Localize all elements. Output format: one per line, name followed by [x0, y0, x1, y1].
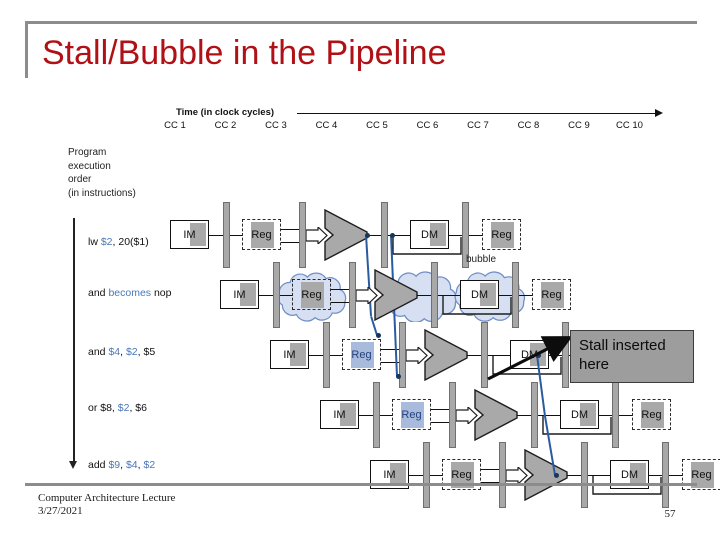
pipeline-row: IMRegDMReg — [0, 258, 720, 332]
instruction-memory-box: IM — [320, 400, 359, 429]
register-label: Reg — [641, 408, 662, 421]
register-label: Reg — [251, 228, 272, 241]
title-accent-bar — [25, 21, 28, 78]
register-file-box: Reg — [532, 279, 571, 310]
page-title: Stall/Bubble in the Pipeline — [42, 34, 447, 72]
unit-label: IM — [233, 288, 246, 301]
pipeline-register-bar — [423, 442, 430, 508]
clock-cycle-label: CC 6 — [416, 120, 439, 131]
register-label: Reg — [541, 288, 562, 301]
register-label: Reg — [301, 288, 322, 301]
register-label: Reg — [491, 228, 512, 241]
forwarding-junction-dot — [395, 373, 401, 379]
register-file-box: Reg — [342, 339, 381, 370]
time-axis-arrow-icon — [655, 108, 663, 117]
signal-wire — [281, 242, 299, 244]
forwarding-junction-dot — [364, 232, 370, 238]
alu-shape — [374, 269, 418, 321]
signal-wire — [669, 475, 682, 477]
pipeline-register-bar — [581, 442, 588, 508]
signal-wire — [431, 422, 449, 424]
pipeline-register-bar — [662, 442, 669, 508]
register-file-box: Reg — [242, 219, 281, 250]
register-file-box: Reg — [632, 399, 671, 430]
writeback-loop-wire — [592, 475, 662, 502]
signal-wire — [431, 409, 449, 411]
signal-wire — [519, 295, 532, 297]
register-file-box: Reg — [392, 399, 431, 430]
pipeline-register-bar — [431, 262, 438, 328]
instruction-memory-box: IM — [170, 220, 209, 249]
register-file-box: Reg — [482, 219, 521, 250]
signal-wire — [430, 475, 442, 477]
signal-wire — [259, 295, 273, 297]
clock-cycle-label: CC 10 — [616, 120, 643, 131]
signal-wire — [649, 475, 662, 477]
unit-label: IM — [283, 348, 296, 361]
signal-wire — [331, 289, 349, 291]
forwarding-junction-dot — [389, 232, 395, 238]
clock-cycle-label: CC 2 — [214, 120, 237, 131]
clock-cycle-label: CC 7 — [467, 120, 489, 131]
writeback-loop-wire — [442, 295, 512, 322]
signal-wire — [567, 475, 581, 477]
stall-callout: Stall inserted here — [570, 330, 694, 383]
signal-wire — [467, 355, 481, 357]
signal-wire — [230, 235, 242, 237]
signal-wire — [330, 355, 342, 357]
pipeline-register-bar — [273, 262, 280, 328]
signal-wire — [469, 235, 482, 237]
pipeline-register-bar — [512, 262, 519, 328]
page-number: 57 — [664, 508, 676, 520]
unit-label: IM — [183, 228, 196, 241]
clock-cycle-label: CC 1 — [164, 120, 186, 131]
signal-wire — [619, 415, 632, 417]
forwarding-junction-dot — [375, 332, 381, 338]
signal-wire — [309, 355, 323, 357]
title-rule — [25, 21, 697, 24]
signal-wire — [280, 295, 292, 297]
register-file-box: Reg — [292, 279, 331, 310]
signal-wire — [331, 302, 349, 304]
clock-cycle-label: CC 4 — [315, 120, 338, 131]
signal-wire — [409, 475, 423, 477]
unit-label: IM — [333, 408, 346, 421]
signal-wire — [359, 415, 373, 417]
time-axis-label: Time (in clock cycles) — [176, 107, 275, 118]
signal-wire — [499, 295, 512, 297]
signal-wire — [599, 415, 612, 417]
register-label: Reg — [401, 408, 422, 421]
pipeline-register-bar — [349, 262, 356, 328]
clock-cycle-label: CC 8 — [517, 120, 540, 131]
signal-wire — [417, 295, 431, 297]
instruction-memory-box: IM — [220, 280, 259, 309]
signal-wire — [209, 235, 223, 237]
pipeline-register-bar — [499, 442, 506, 508]
time-axis-line — [297, 112, 659, 114]
signal-wire — [481, 469, 499, 471]
forwarding-junction-dot — [553, 472, 559, 478]
register-label: Reg — [351, 348, 372, 361]
callout-arrow-icon — [487, 336, 573, 381]
signal-wire — [517, 415, 531, 417]
signal-wire — [449, 235, 462, 237]
program-order-label: Program execution order (in instructions… — [68, 147, 136, 199]
alu-shape — [474, 389, 518, 441]
alu-shape — [324, 209, 368, 261]
alu-shape — [424, 329, 468, 381]
footer-text: Computer Architecture Lecture 3/27/2021 — [38, 492, 176, 517]
signal-wire — [380, 415, 392, 417]
alu-shape — [524, 449, 568, 501]
slide: Stall/Bubble in the Pipeline Time (in cl… — [0, 0, 720, 540]
signal-wire — [281, 229, 299, 231]
clock-cycle-label: CC 3 — [265, 120, 287, 131]
instruction-memory-box: IM — [270, 340, 309, 369]
pipeline-diagram: Time (in clock cycles) CC 1 CC 2 CC 3 CC 4 C… — [0, 90, 720, 508]
clock-cycle-label: CC 5 — [366, 120, 388, 131]
clock-cycle-label: CC 9 — [568, 120, 590, 131]
footer-rule — [25, 483, 697, 486]
